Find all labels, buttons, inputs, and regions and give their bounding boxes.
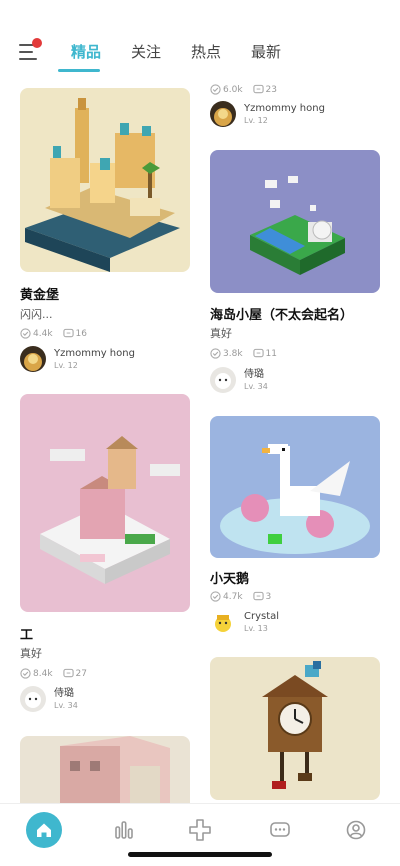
author-name: 侍璐 xyxy=(54,687,74,699)
post-title[interactable]: 黄金堡 xyxy=(20,284,59,303)
post-title[interactable]: 工 xyxy=(20,624,33,643)
chart-icon xyxy=(115,821,133,839)
tab-latest[interactable]: 最新 xyxy=(236,40,296,66)
nav-messages[interactable] xyxy=(262,812,298,848)
author-level: Lv. 34 xyxy=(54,700,78,710)
like-icon[interactable] xyxy=(210,591,221,602)
author-name: 侍璐 xyxy=(244,368,264,380)
comment-icon[interactable] xyxy=(62,328,74,339)
like-count: 4.4k xyxy=(33,328,53,339)
nav-chart[interactable] xyxy=(106,812,142,848)
post-stats: 3.8k 11 xyxy=(210,348,277,359)
avatar xyxy=(20,346,46,372)
author-level: Lv. 13 xyxy=(244,623,268,633)
profile-icon xyxy=(346,820,366,840)
avatar xyxy=(210,367,236,393)
top-bar: 精品 关注 热点 最新 xyxy=(0,0,400,80)
comment-count: 16 xyxy=(75,328,87,339)
post-image[interactable] xyxy=(210,150,380,293)
comment-count: 3 xyxy=(265,591,272,602)
like-count: 4.7k xyxy=(223,591,243,602)
comment-count: 27 xyxy=(75,668,87,679)
author-name: Yzmommy hong xyxy=(54,347,135,359)
like-count: 8.4k xyxy=(33,668,53,679)
comment-count: 11 xyxy=(265,348,277,359)
post-stats: 8.4k 27 xyxy=(20,668,87,679)
like-icon[interactable] xyxy=(20,668,31,679)
post-image[interactable] xyxy=(20,88,190,272)
post-stats: 4.7k 3 xyxy=(210,591,271,602)
like-count: 3.8k xyxy=(223,348,243,359)
nav-profile[interactable] xyxy=(338,812,374,848)
post-title[interactable]: 小天鹅 xyxy=(210,568,249,587)
plus-icon xyxy=(189,819,211,841)
post-image[interactable] xyxy=(20,736,190,803)
post-subtitle: 闪闪... xyxy=(20,308,53,321)
comment-icon[interactable] xyxy=(252,591,264,602)
home-icon xyxy=(37,823,51,837)
author-level: Lv. 12 xyxy=(54,360,78,370)
author-name: Crystal xyxy=(244,610,280,622)
comment-count: 23 xyxy=(265,84,277,95)
nav-create[interactable] xyxy=(182,812,218,848)
feed-tabs: 精品 关注 热点 最新 xyxy=(56,40,296,72)
avatar xyxy=(20,686,46,712)
author-name: Yzmommy hong xyxy=(244,102,325,114)
author-row[interactable]: 侍璐 Lv. 34 xyxy=(20,686,78,712)
author-row[interactable]: Yzmommy hong Lv. 12 xyxy=(210,101,325,127)
like-icon[interactable] xyxy=(20,328,31,339)
nav-home[interactable] xyxy=(26,812,62,848)
notification-dot xyxy=(32,38,42,48)
post-image[interactable] xyxy=(210,416,380,558)
comment-icon xyxy=(252,84,264,94)
author-row[interactable]: Crystal Lv. 13 xyxy=(210,609,279,635)
comment-icon[interactable] xyxy=(252,348,264,359)
like-icon[interactable] xyxy=(210,348,221,359)
post-stats: 6.0k 23 xyxy=(210,84,277,95)
like-count: 6.0k xyxy=(223,84,243,95)
comment-icon[interactable] xyxy=(62,668,74,679)
author-row[interactable]: 侍璐 Lv. 34 xyxy=(210,367,268,393)
post-stats: 4.4k 16 xyxy=(20,328,87,339)
post-title[interactable]: 海岛小屋（不太会起名） xyxy=(210,304,353,323)
home-indicator xyxy=(128,852,272,857)
post-image[interactable] xyxy=(210,657,380,800)
avatar xyxy=(210,101,236,127)
post-subtitle: 真好 xyxy=(210,327,232,340)
author-level: Lv. 12 xyxy=(244,115,268,125)
author-level: Lv. 34 xyxy=(244,381,268,391)
tab-trending[interactable]: 热点 xyxy=(176,40,236,66)
like-icon xyxy=(210,84,221,95)
tab-featured[interactable]: 精品 xyxy=(56,40,116,72)
tab-following[interactable]: 关注 xyxy=(116,40,176,66)
author-row[interactable]: Yzmommy hong Lv. 12 xyxy=(20,346,135,372)
menu-icon[interactable] xyxy=(19,38,42,62)
post-image[interactable] xyxy=(20,394,190,612)
message-icon xyxy=(270,822,290,837)
avatar xyxy=(210,609,236,635)
post-subtitle: 真好 xyxy=(20,647,42,660)
